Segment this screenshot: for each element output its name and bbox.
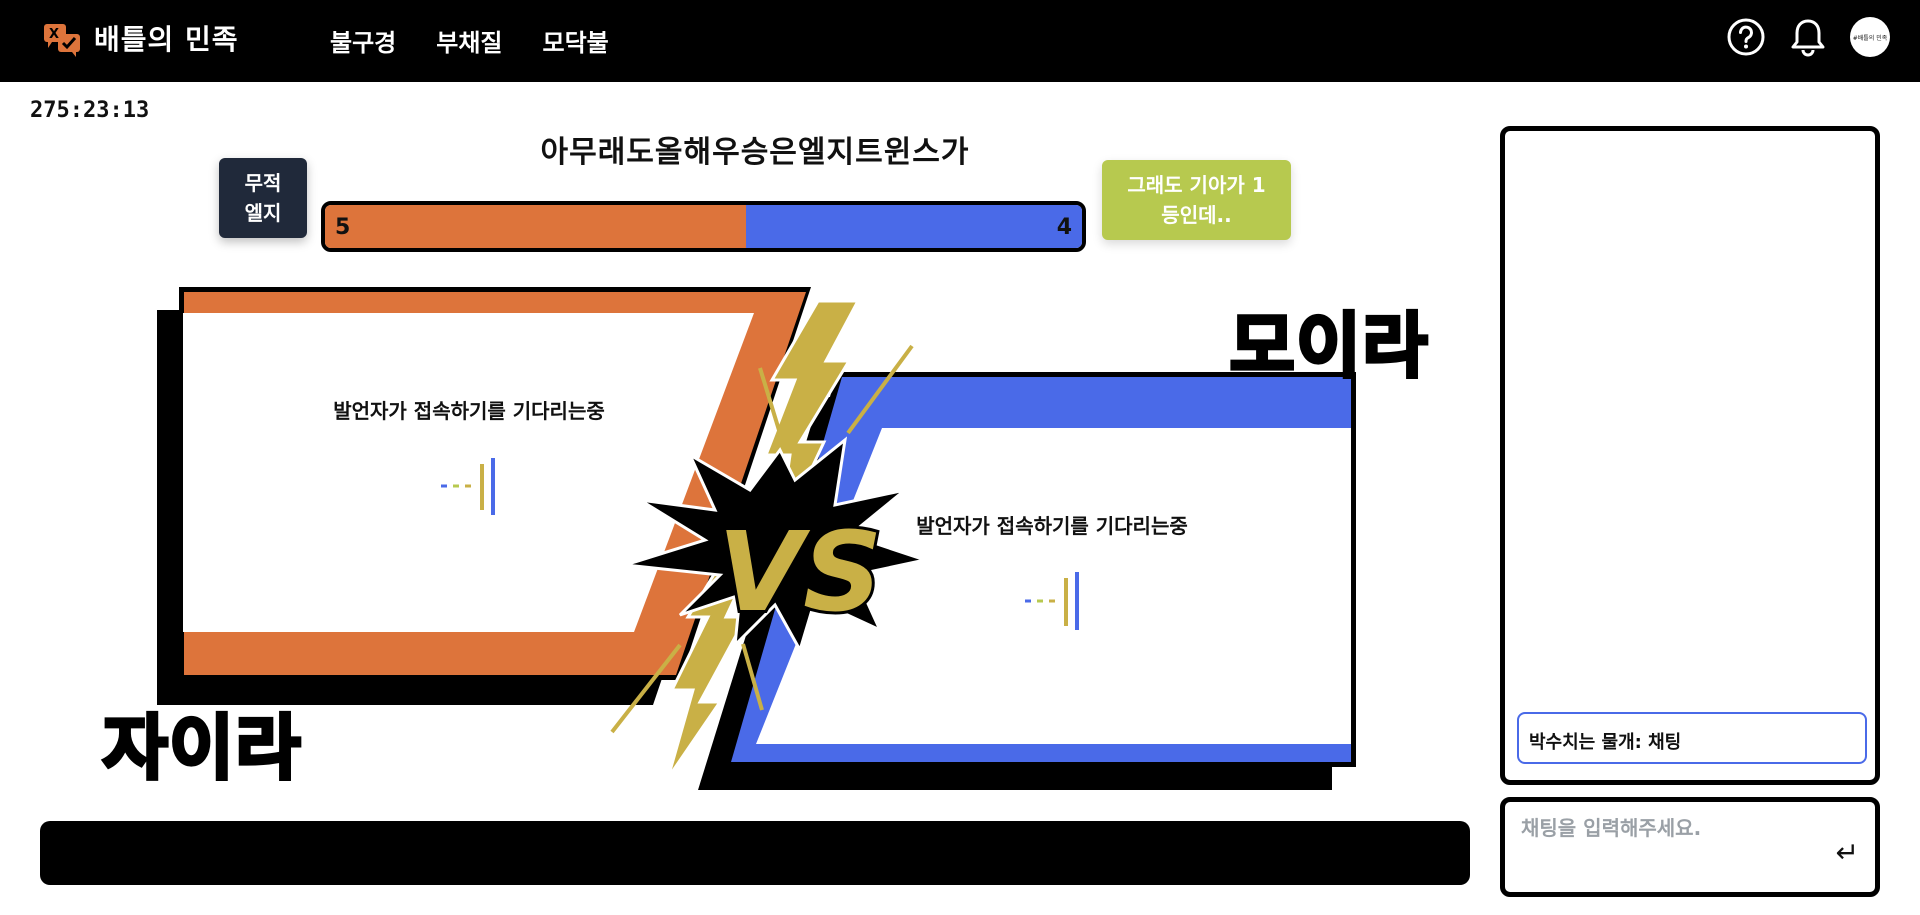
header-actions: #배틀의 민족	[1726, 17, 1890, 57]
left-waiting-text: 발언자가 접속하기를 기다리는중	[333, 399, 605, 423]
chat-input-area: ↵	[1500, 797, 1880, 897]
bottom-control-bar	[40, 821, 1470, 885]
enter-icon[interactable]: ↵	[1836, 836, 1859, 869]
chat-input[interactable]	[1521, 816, 1821, 840]
vs-text: VS	[718, 508, 882, 636]
bell-icon[interactable]	[1788, 17, 1828, 57]
avatar[interactable]: #배틀의 민족	[1850, 17, 1890, 57]
right-waiting-text: 발언자가 접속하기를 기다리는중	[916, 514, 1188, 538]
help-icon[interactable]	[1726, 17, 1766, 57]
right-team-name: 모이라	[1228, 303, 1430, 389]
left-team-name: 자이라	[101, 705, 303, 791]
chat-panel[interactable]: 박수치는 물개: 채팅	[1500, 126, 1880, 785]
chat-message: 박수치는 물개: 채팅	[1517, 712, 1867, 764]
